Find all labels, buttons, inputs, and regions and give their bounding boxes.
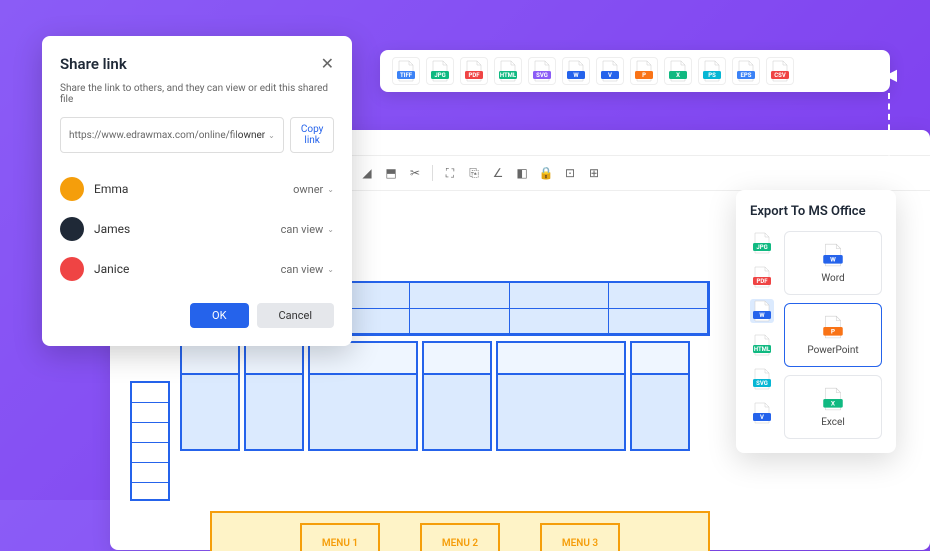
menu-3: MENU 3 [540,523,620,551]
paint-tool[interactable]: ⬒ [380,162,402,184]
side-format-jpg-icon[interactable]: JPG [750,231,774,255]
side-format-pdf-icon[interactable]: PDF [750,265,774,289]
svg-text:SVG: SVG [536,72,548,79]
svg-text:JPG: JPG [756,244,767,251]
svg-text:PDF: PDF [756,278,768,285]
member-role-dropdown[interactable]: can view ⌄ [281,263,334,276]
fill-tool[interactable]: ◢ [356,162,378,184]
svg-text:V: V [608,72,612,79]
ok-button[interactable]: OK [190,303,248,328]
member-name: Janice [94,262,271,276]
more-tool[interactable]: ⊞ [583,162,605,184]
export-panel: Export To MS Office JPG PDF W HTML SVG V W Wor… [736,190,896,453]
member-name: Emma [94,182,283,196]
cancel-button[interactable]: Cancel [257,303,334,328]
format-bar: TIFF JPG PDF HTML SVG W V P X PS EPS CSV [380,50,890,92]
copy-link-button[interactable]: Copy link [290,117,335,153]
format-w-icon[interactable]: W [562,57,590,85]
link-url: https://www.edrawmax.com/online/fil [69,130,238,141]
export-tool[interactable]: ⎘ [463,162,485,184]
member-row: Emma owner ⌄ [60,169,334,209]
svg-text:PS: PS [708,72,716,79]
svg-text:HTML: HTML [500,72,517,79]
export-title: Export To MS Office [750,204,882,219]
share-description: Share the link to others, and they can v… [60,83,334,105]
connector-line [888,93,890,193]
share-dialog: Share link ✕ Share the link to others, a… [42,36,352,346]
format-csv-icon[interactable]: CSV [766,57,794,85]
member-role-dropdown[interactable]: owner ⌄ [293,183,334,196]
format-jpg-icon[interactable]: JPG [426,57,454,85]
menu-2: MENU 2 [420,523,500,551]
svg-text:EPS: EPS [741,72,752,79]
svg-text:CSV: CSV [774,72,786,79]
fullscreen-tool[interactable]: ⛶ [439,162,461,184]
svg-text:W: W [573,72,579,79]
format-svg-icon[interactable]: SVG [528,57,556,85]
format-eps-icon[interactable]: EPS [732,57,760,85]
avatar [60,217,84,241]
export-card-label: PowerPoint [807,345,858,356]
format-html-icon[interactable]: HTML [494,57,522,85]
svg-text:P: P [642,72,646,79]
arrow-icon: ◀ [885,65,897,84]
side-format-svg-icon[interactable]: SVG [750,367,774,391]
edit-tool[interactable]: ∠ [487,162,509,184]
menu-1: MENU 1 [300,523,380,551]
crop-tool[interactable]: ✂ [404,162,426,184]
svg-text:TIFF: TIFF [400,72,413,79]
link-input[interactable]: https://www.edrawmax.com/online/fil owne… [60,117,284,153]
svg-text:W: W [830,256,836,264]
lock-tool[interactable]: 🔒 [535,162,557,184]
svg-text:W: W [759,312,765,319]
side-format-html-icon[interactable]: HTML [750,333,774,357]
side-format-v-icon[interactable]: V [750,401,774,425]
format-ps-icon[interactable]: PS [698,57,726,85]
format-p-icon[interactable]: P [630,57,658,85]
theme-tool[interactable]: ◧ [511,162,533,184]
svg-text:SVG: SVG [756,380,768,387]
format-tiff-icon[interactable]: TIFF [392,57,420,85]
format-pdf-icon[interactable]: PDF [460,57,488,85]
avatar [60,177,84,201]
link-role-dropdown[interactable]: owner⌄ [238,130,275,141]
member-row: James can view ⌄ [60,209,334,249]
share-title: Share link [60,55,127,73]
svg-text:X: X [676,72,680,79]
close-icon[interactable]: ✕ [321,54,334,73]
export-card-word[interactable]: W Word [784,231,882,295]
member-row: Janice can view ⌄ [60,249,334,289]
member-name: James [94,222,271,236]
member-role-dropdown[interactable]: can view ⌄ [281,223,334,236]
export-card-label: Excel [821,417,845,428]
svg-text:V: V [760,414,764,421]
avatar [60,257,84,281]
format-x-icon[interactable]: X [664,57,692,85]
export-card-excel[interactable]: XExcel [784,375,882,439]
svg-text:HTML: HTML [754,346,771,353]
svg-text:PDF: PDF [468,72,480,79]
side-format-w-icon[interactable]: W [750,299,774,323]
svg-text:JPG: JPG [434,72,445,79]
format-v-icon[interactable]: V [596,57,624,85]
svg-text:P: P [831,328,835,336]
export-card-powerpoint[interactable]: P PowerPoint [784,303,882,367]
view-tool[interactable]: ⊡ [559,162,581,184]
export-card-label: Word [821,273,844,284]
